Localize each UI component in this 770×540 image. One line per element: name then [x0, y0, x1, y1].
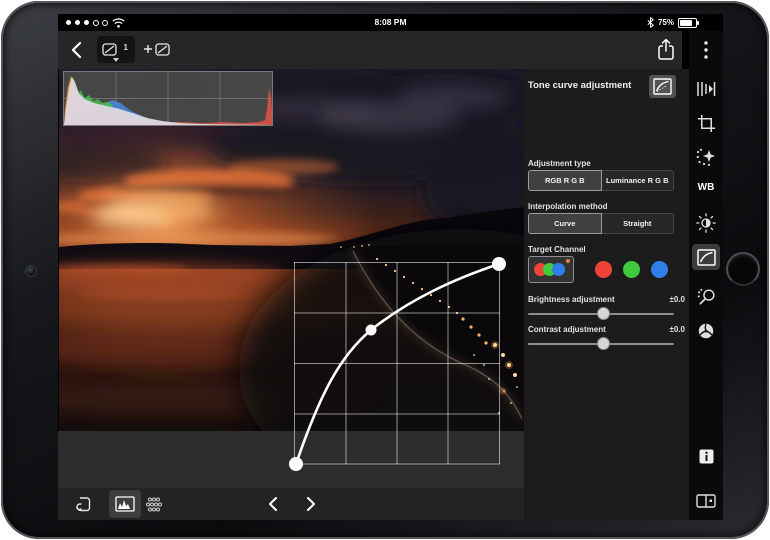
single-view-button-selected[interactable]	[109, 490, 141, 518]
tone-curve-panel: Tone curve adjustment Adjustment type RG…	[524, 69, 689, 520]
curve-point-shadows[interactable]	[289, 457, 303, 471]
channel-green-button[interactable]	[623, 261, 640, 278]
zoom-tool-button[interactable]	[696, 287, 716, 307]
next-image-button[interactable]	[302, 496, 318, 512]
edited-marker-dot	[566, 259, 570, 263]
brightness-value: ±0.0	[669, 295, 685, 304]
brightness-tool-button[interactable]	[696, 213, 716, 233]
crop-icon	[697, 114, 716, 133]
contrast-thumb[interactable]	[597, 337, 610, 350]
share-button[interactable]	[656, 38, 676, 62]
brightness-thumb[interactable]	[597, 307, 610, 320]
channel-rgb-combined-selected[interactable]	[528, 256, 574, 283]
grid-view-button[interactable]	[142, 493, 166, 517]
back-button[interactable]	[68, 40, 88, 60]
panel-title: Tone curve adjustment	[528, 80, 631, 91]
page-background: 8:08 PM 75% 1	[0, 0, 770, 540]
tool-sidebar: WB	[689, 31, 723, 520]
tone-curve-icon	[697, 249, 716, 266]
adjustment-type-rgb[interactable]: RGB R G B	[528, 170, 602, 191]
color-sphere-icon	[697, 322, 715, 340]
image-set-button[interactable]: 1	[97, 36, 135, 63]
chevron-down-icon	[113, 58, 119, 62]
add-image-button[interactable]	[142, 38, 176, 62]
white-balance-button[interactable]: WB	[689, 182, 723, 193]
brightness-slider[interactable]	[528, 307, 674, 321]
tone-curve-panel-button[interactable]	[649, 75, 676, 98]
image-histogram-icon	[115, 496, 135, 512]
ipad-device-frame: 8:08 PM 75% 1	[1, 1, 769, 539]
channel-red-button[interactable]	[595, 261, 612, 278]
thumbnail-grid-icon	[144, 496, 164, 514]
screen: 8:08 PM 75% 1	[58, 14, 723, 520]
info-button[interactable]	[696, 446, 716, 466]
contrast-label: Contrast adjustment	[528, 325, 606, 334]
sparkle-dots-icon	[696, 148, 716, 166]
interpolation-straight[interactable]: Straight	[602, 213, 675, 234]
target-channel-label: Target Channel	[528, 245, 586, 254]
interpolation-label: Interpolation method	[528, 202, 608, 211]
interpolation-curve[interactable]: Curve	[528, 213, 602, 234]
status-bar: 8:08 PM 75%	[58, 14, 723, 31]
battery-icon	[678, 18, 697, 28]
levels-icon	[696, 81, 716, 97]
open-book-icon	[696, 493, 716, 509]
image-count: 1	[124, 43, 128, 52]
tool-palette-button[interactable]	[696, 79, 716, 99]
contrast-slider[interactable]	[528, 337, 674, 351]
color-tool-button[interactable]	[696, 321, 716, 341]
recipe-scroll-button[interactable]	[71, 493, 95, 517]
more-menu-button[interactable]	[696, 40, 716, 60]
channel-blue-button[interactable]	[651, 261, 668, 278]
image-set-icon	[102, 42, 118, 57]
contrast-value: ±0.0	[669, 325, 685, 334]
target-channel-row	[524, 256, 689, 284]
brightness-label: Brightness adjustment	[528, 295, 615, 304]
tone-curve-overlay[interactable]	[294, 262, 500, 465]
add-image-icon	[142, 38, 176, 62]
previous-image-button[interactable]	[266, 496, 282, 512]
status-time: 8:08 PM	[58, 17, 723, 27]
battery-percent: 75%	[658, 18, 674, 27]
crop-tool-button[interactable]	[696, 113, 716, 133]
sun-icon	[696, 213, 716, 233]
bluetooth-icon	[647, 17, 654, 28]
adjustment-type-segmented: RGB R G B Luminance R G B	[528, 170, 674, 191]
dual-view-button[interactable]	[696, 491, 716, 511]
magnifier-dots-icon	[697, 288, 716, 307]
front-camera	[25, 265, 37, 277]
detail-tool-button[interactable]	[696, 147, 716, 167]
tone-curve-icon	[653, 78, 672, 95]
curve-point-mid[interactable]	[366, 325, 377, 336]
blue-dot	[552, 263, 565, 276]
bottom-toolbar	[58, 488, 524, 520]
app-toolbar: 1	[58, 31, 682, 69]
home-button[interactable]	[726, 252, 760, 286]
interpolation-segmented: Curve Straight	[528, 213, 674, 234]
adjustment-type-luminance[interactable]: Luminance R G B	[602, 170, 675, 191]
adjustment-type-label: Adjustment type	[528, 159, 591, 168]
curve-point-highlights[interactable]	[492, 257, 506, 271]
tone-curve-tool-button-selected[interactable]	[692, 244, 720, 270]
info-icon	[699, 449, 714, 464]
histogram-overlay	[63, 71, 273, 126]
curve-grid	[294, 262, 500, 464]
